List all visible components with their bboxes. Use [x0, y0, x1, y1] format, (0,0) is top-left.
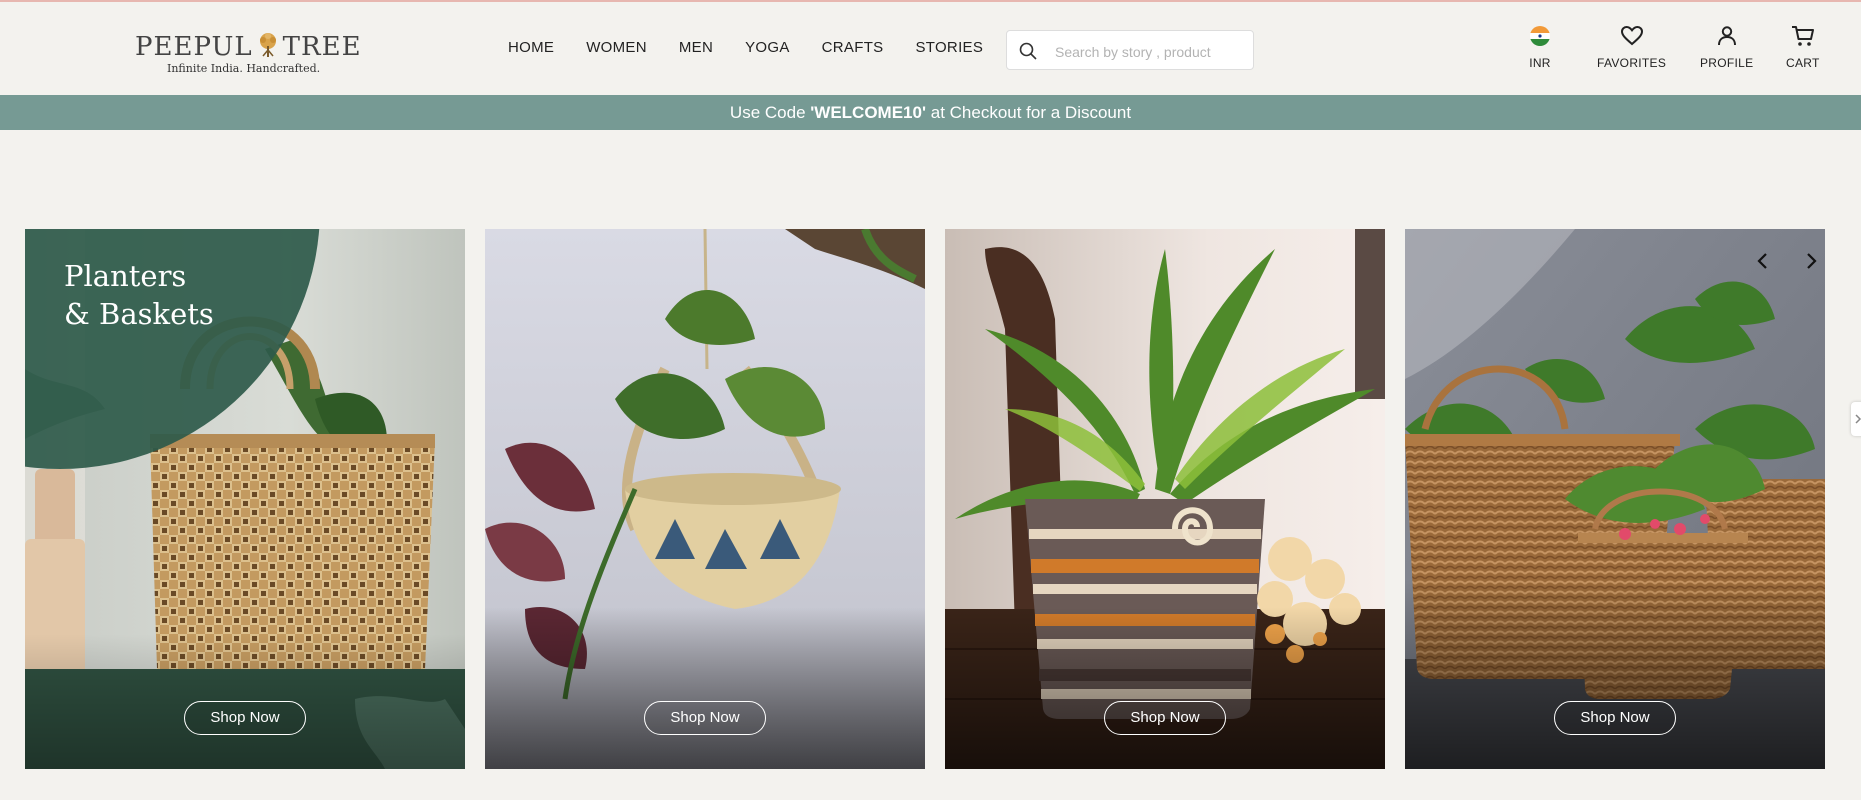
- currency-selector[interactable]: INR: [1527, 24, 1553, 70]
- search-box: [1006, 30, 1254, 70]
- brand-name: PEEPUL TREE: [135, 32, 362, 62]
- nav-men[interactable]: MEN: [679, 39, 713, 56]
- heart-icon: [1620, 25, 1643, 46]
- nav-stories[interactable]: STORIES: [915, 39, 983, 56]
- brand-tagline: Infinite India. Handcrafted.: [167, 62, 321, 75]
- shop-now-button[interactable]: Shop Now: [1554, 701, 1676, 735]
- cart-icon: [1791, 26, 1814, 46]
- main-nav: HOME WOMEN MEN YOGA CRAFTS STORIES: [508, 39, 1015, 56]
- carousel-prev-arrow[interactable]: [1751, 249, 1775, 273]
- user-icon: [1717, 26, 1736, 46]
- search-input[interactable]: [1053, 41, 1247, 63]
- category-card-wicker-baskets[interactable]: Shop Now: [1405, 229, 1825, 769]
- favorites-button[interactable]: FAVORITES: [1597, 24, 1666, 70]
- shop-now-button[interactable]: Shop Now: [184, 701, 306, 735]
- card-title: Planters & Baskets: [64, 259, 214, 331]
- side-scroll-tab[interactable]: [1851, 402, 1861, 436]
- nav-home[interactable]: HOME: [508, 39, 554, 56]
- search-icon[interactable]: [1018, 41, 1038, 61]
- nav-women[interactable]: WOMEN: [586, 39, 647, 56]
- promo-banner: Use Code 'WELCOME10' at Checkout for a D…: [0, 95, 1861, 130]
- profile-button[interactable]: PROFILE: [1700, 24, 1753, 70]
- site-header: PEEPUL TREE Infinite India. Handcrafted. …: [0, 2, 1861, 95]
- cart-button[interactable]: CART: [1786, 24, 1820, 70]
- nav-crafts[interactable]: CRAFTS: [822, 39, 884, 56]
- category-card-hanging-planter[interactable]: Shop Now: [485, 229, 925, 769]
- profile-label: PROFILE: [1700, 56, 1754, 70]
- cart-label: CART: [1786, 56, 1820, 70]
- tree-icon: [259, 33, 276, 57]
- brand-logo[interactable]: PEEPUL TREE Infinite India. Handcrafted.: [135, 32, 362, 77]
- india-flag-icon: [1530, 26, 1550, 46]
- favorites-label: FAVORITES: [1597, 56, 1667, 70]
- category-card-planters[interactable]: Planters & Baskets Shop Now: [25, 229, 465, 769]
- striped-planter-image: [945, 229, 1385, 769]
- promo-prefix: Use Code: [729, 103, 811, 122]
- currency-label: INR: [1529, 56, 1551, 70]
- promo-suffix: at Checkout for a Discount: [926, 103, 1132, 122]
- carousel-next-arrow[interactable]: [1799, 249, 1823, 273]
- nav-yoga[interactable]: YOGA: [745, 39, 790, 56]
- shop-now-button[interactable]: Shop Now: [644, 701, 766, 735]
- category-card-striped-planter[interactable]: Shop Now: [945, 229, 1385, 769]
- wicker-baskets-image: [1405, 229, 1825, 769]
- shop-now-button[interactable]: Shop Now: [1104, 701, 1226, 735]
- hanging-planter-image: [485, 229, 925, 769]
- promo-code: 'WELCOME10': [810, 103, 927, 122]
- chevron-right-icon: [1855, 414, 1861, 424]
